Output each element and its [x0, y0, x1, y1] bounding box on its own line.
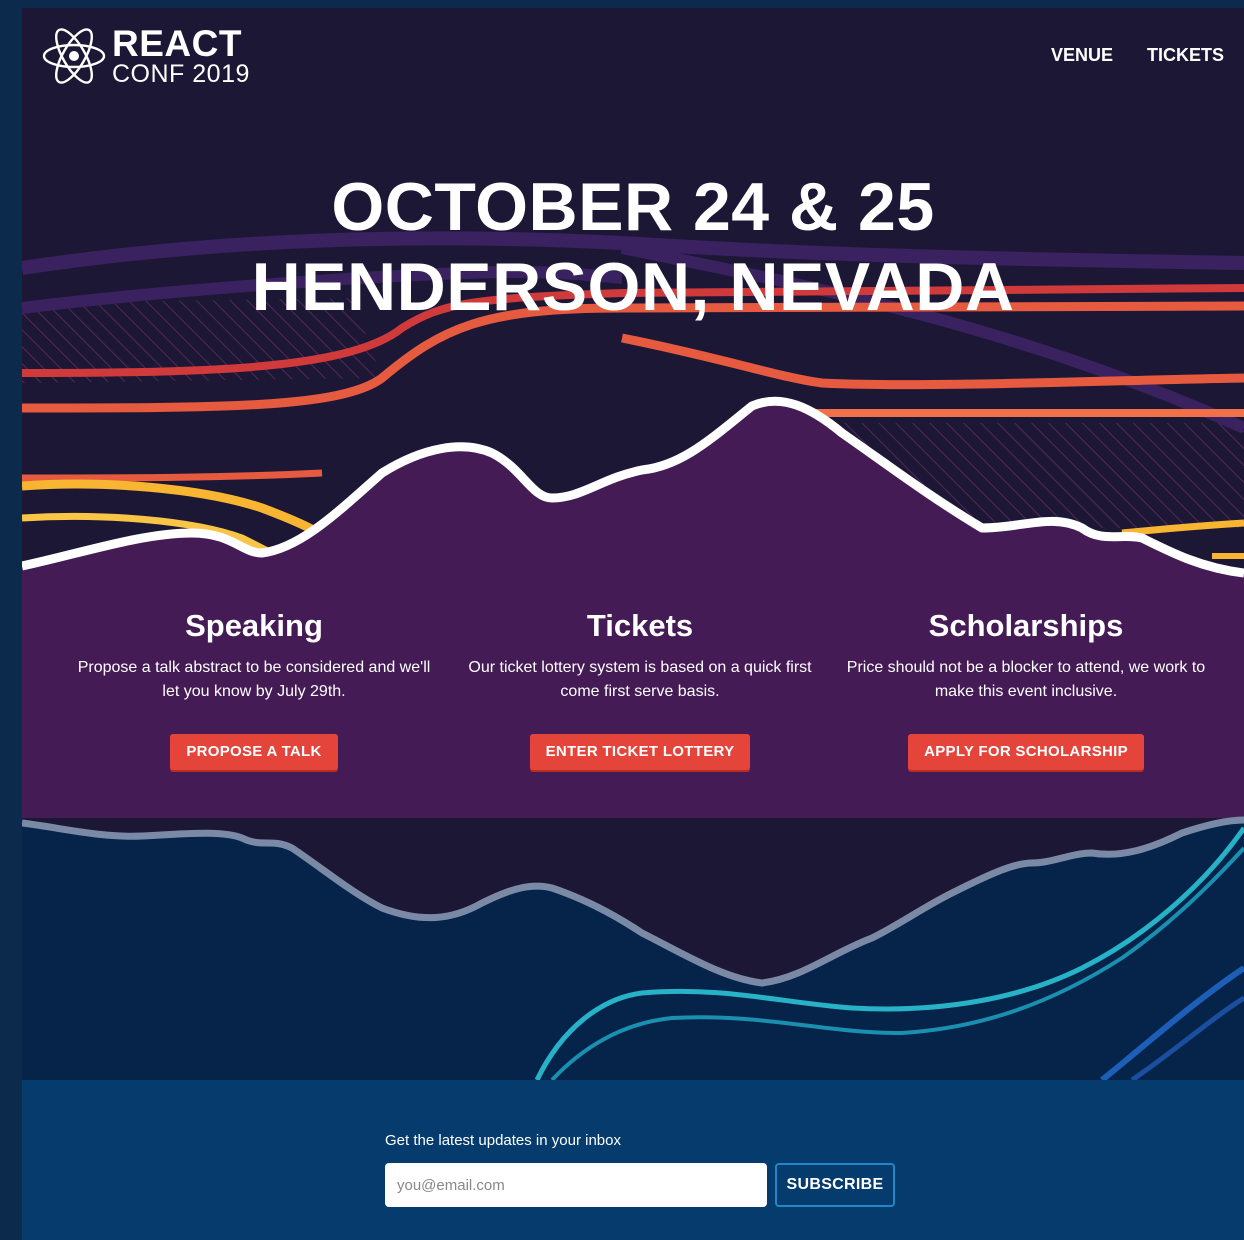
subscribe-button[interactable]: SUBSCRIBE: [775, 1163, 895, 1207]
card-description: Propose a talk abstract to be considered…: [77, 659, 431, 700]
enter-ticket-lottery-button[interactable]: ENTER TICKET LOTTERY: [529, 734, 751, 770]
propose-talk-button[interactable]: PROPOSE A TALK: [170, 734, 338, 770]
card-heading: Scholarships: [928, 608, 1124, 643]
email-input[interactable]: [385, 1163, 767, 1207]
brand-title: REACT: [112, 23, 242, 64]
page: REACT CONF 2019 VENUE TICKETS OCTOBER 24…: [22, 8, 1244, 1240]
card-description: Price should not be a blocker to attend,…: [846, 659, 1206, 700]
speaking-card: Speaking Propose a talk abstract to be c…: [74, 608, 434, 770]
react-atom-icon: [42, 28, 106, 84]
scholarships-card: Scholarships Price should not be a block…: [846, 608, 1206, 770]
card-description: Our ticket lottery system is based on a …: [468, 659, 812, 700]
nav-venue-link[interactable]: VENUE: [1051, 45, 1113, 66]
tickets-card: Tickets Our ticket lottery system is bas…: [460, 608, 820, 770]
card-heading: Speaking: [185, 608, 323, 643]
apply-scholarship-button[interactable]: APPLY FOR SCHOLARSHIP: [908, 734, 1144, 770]
card-heading: Tickets: [586, 608, 694, 643]
brand-subtitle: CONF 2019: [112, 60, 250, 88]
event-location: HENDERSON, NEVADA: [251, 249, 1015, 325]
newsletter-label: Get the latest updates in your inbox: [385, 1132, 621, 1149]
react-conf-logo[interactable]: REACT CONF 2019: [40, 24, 250, 88]
nav-tickets-link[interactable]: TICKETS: [1147, 45, 1224, 66]
main-nav: VENUE TICKETS: [1051, 45, 1224, 66]
newsletter-footer: Get the latest updates in your inbox SUB…: [22, 1080, 1244, 1240]
event-date: OCTOBER 24 & 25: [331, 169, 935, 245]
